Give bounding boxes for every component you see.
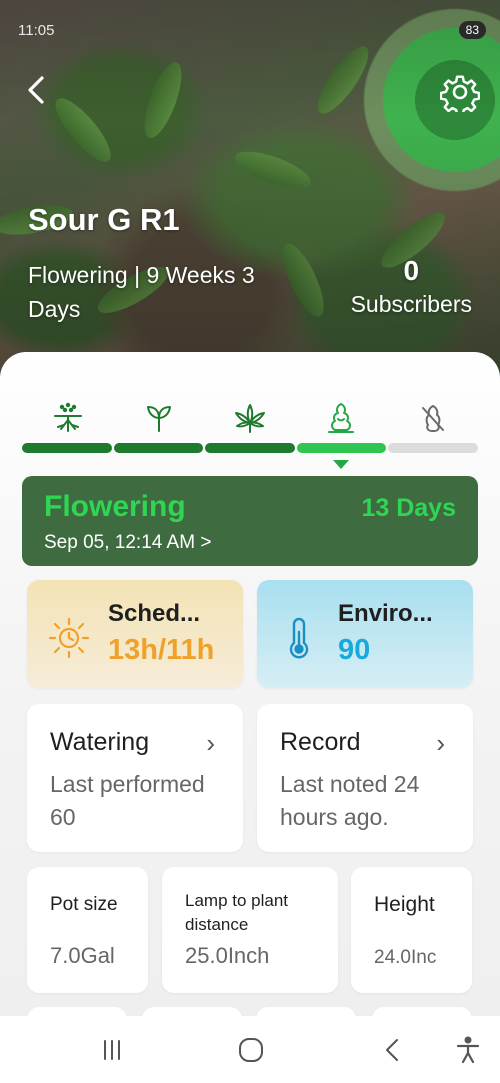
lamp-distance-card[interactable]: Lamp to plant distance 25.0Inch: [162, 867, 338, 993]
record-title: Record: [280, 728, 361, 756]
home-icon: [239, 1038, 263, 1062]
schedule-value: 13h/11h: [108, 634, 215, 666]
record-card[interactable]: Record › Last noted 24 hours ago.: [257, 704, 473, 852]
current-stage-card[interactable]: Flowering 13 Days Sep 05, 12:14 AM >: [22, 476, 478, 566]
stage-flowering[interactable]: [296, 400, 387, 436]
current-stage-days: 13 Days: [361, 494, 456, 522]
height-card[interactable]: Height 24.0Inc: [351, 867, 472, 993]
seedling-icon: [146, 406, 171, 432]
plant-photo-header: [0, 0, 500, 400]
progress-segment-flowering: [296, 443, 387, 453]
schedule-card[interactable]: Sched... 13h/11h: [27, 580, 243, 688]
system-back-button[interactable]: [372, 1034, 412, 1066]
stage-seedling[interactable]: [113, 400, 204, 436]
battery-badge: 83: [458, 21, 486, 39]
leaf-decoration: [230, 144, 316, 196]
leaf-decoration: [137, 57, 189, 143]
height-label: Height: [374, 893, 435, 916]
recent-apps-button[interactable]: [92, 1034, 132, 1066]
subscribers-counter[interactable]: 0 Subscribers: [351, 255, 472, 318]
leaf-decoration: [47, 91, 119, 169]
gear-icon: [439, 75, 481, 116]
stage-vegetative[interactable]: [205, 400, 296, 436]
subscribers-count: 0: [403, 255, 420, 286]
current-stage-start[interactable]: Sep 05, 12:14 AM >: [44, 532, 211, 554]
progress-segment-seedling: [113, 443, 204, 453]
pot-size-label: Pot size: [50, 894, 118, 915]
lamp-distance-label: Lamp to plant distance: [185, 891, 289, 934]
vegetative-icon: [235, 404, 265, 433]
sun-icon: [49, 617, 89, 659]
plant-name: Sour G R1: [28, 202, 180, 237]
stage-progress-bar: [22, 443, 478, 453]
current-stage-name: Flowering: [44, 490, 186, 523]
progress-segment-vegetative: [205, 443, 295, 453]
accessibility-icon: [456, 1036, 480, 1064]
height-value: 24.0Inc: [374, 947, 437, 968]
watering-description: Last performed 60: [50, 771, 205, 830]
recent-apps-icon: [104, 1040, 120, 1060]
subscribers-label: Subscribers: [350, 291, 472, 317]
status-time: 11:05: [18, 21, 55, 39]
chevron-right-icon: ›: [206, 728, 215, 758]
accessibility-button[interactable]: [448, 1034, 488, 1066]
chevron-left-icon: [386, 1039, 398, 1061]
leaf-decoration: [309, 39, 377, 121]
flowering-icon: [328, 403, 355, 433]
chevron-right-icon: ›: [436, 728, 445, 758]
stage-harvest[interactable]: [387, 400, 478, 436]
lamp-distance-value: 25.0Inch: [185, 943, 270, 968]
watering-title: Watering: [50, 728, 150, 756]
plant-stage-summary: Flowering | 9 Weeks 3 Days: [28, 262, 255, 322]
environment-card[interactable]: Enviro... 90: [257, 580, 473, 688]
schedule-title: Sched...: [108, 600, 201, 627]
stage-icon-row: [22, 400, 478, 436]
status-bar: 11:05 83: [18, 20, 486, 40]
pot-size-value: 7.0Gal: [50, 943, 115, 968]
watering-card[interactable]: Watering › Last performed 60: [27, 704, 243, 852]
back-button[interactable]: [22, 72, 58, 112]
home-button[interactable]: [231, 1034, 271, 1066]
stage-germination[interactable]: [22, 400, 113, 436]
environment-title: Enviro...: [338, 600, 433, 627]
progress-segment-harvest: [388, 443, 478, 453]
system-navigation-bar: [0, 1016, 500, 1083]
environment-value: 90: [338, 634, 371, 666]
chevron-left-icon: [28, 76, 44, 104]
pot-size-card[interactable]: Pot size 7.0Gal: [27, 867, 148, 993]
current-stage-pointer: [333, 460, 349, 469]
plant-detail-sheet: Flowering 13 Days Sep 05, 12:14 AM > Sch…: [0, 352, 500, 1083]
record-description: Last noted 24 hours ago.: [280, 771, 420, 830]
harvest-icon: [421, 405, 444, 432]
progress-segment-germination: [22, 443, 112, 453]
settings-button[interactable]: [439, 72, 481, 116]
germination-icon: [53, 402, 82, 432]
thermometer-icon: [289, 617, 309, 659]
